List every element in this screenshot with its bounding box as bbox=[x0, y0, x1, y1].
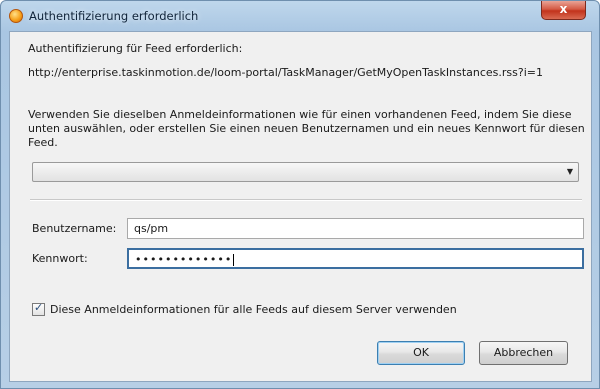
text-caret bbox=[233, 254, 235, 266]
auth-heading: Authentifizierung für Feed erforderlich: bbox=[28, 42, 243, 55]
close-icon: x bbox=[559, 2, 568, 16]
cancel-button[interactable]: Abbrechen bbox=[479, 341, 568, 365]
username-label: Benutzername: bbox=[32, 222, 117, 235]
app-logo-icon bbox=[9, 9, 23, 23]
password-masked-value: ••••••••••••• bbox=[135, 253, 233, 266]
close-button[interactable]: x bbox=[541, 1, 586, 20]
existing-feed-select[interactable]: ▼ bbox=[32, 162, 579, 182]
chevron-down-icon: ▼ bbox=[566, 167, 573, 176]
window-title: Authentifizierung erforderlich bbox=[29, 9, 199, 23]
checkmark-icon: ✓ bbox=[34, 301, 44, 314]
separator bbox=[30, 199, 582, 201]
instructions-text: Verwenden Sie dieselben Anmeldeinformati… bbox=[28, 108, 585, 149]
title-bar[interactable]: Authentifizierung erforderlich x bbox=[1, 1, 599, 31]
ok-button[interactable]: OK bbox=[377, 341, 465, 365]
password-label: Kennwort: bbox=[32, 252, 88, 265]
feed-url: http://enterprise.taskinmotion.de/loom-p… bbox=[28, 66, 543, 79]
dialog-window: Authentifizierung erforderlich x Authent… bbox=[0, 0, 600, 389]
username-field[interactable]: qs/pm bbox=[127, 218, 584, 239]
username-value: qs/pm bbox=[134, 222, 169, 235]
dialog-body: Authentifizierung für Feed erforderlich:… bbox=[9, 31, 592, 382]
password-field[interactable]: ••••••••••••• bbox=[127, 248, 584, 269]
apply-all-checkbox[interactable]: ✓ bbox=[32, 301, 45, 316]
apply-all-label[interactable]: Diese Anmeldeinformationen für alle Feed… bbox=[50, 303, 457, 316]
